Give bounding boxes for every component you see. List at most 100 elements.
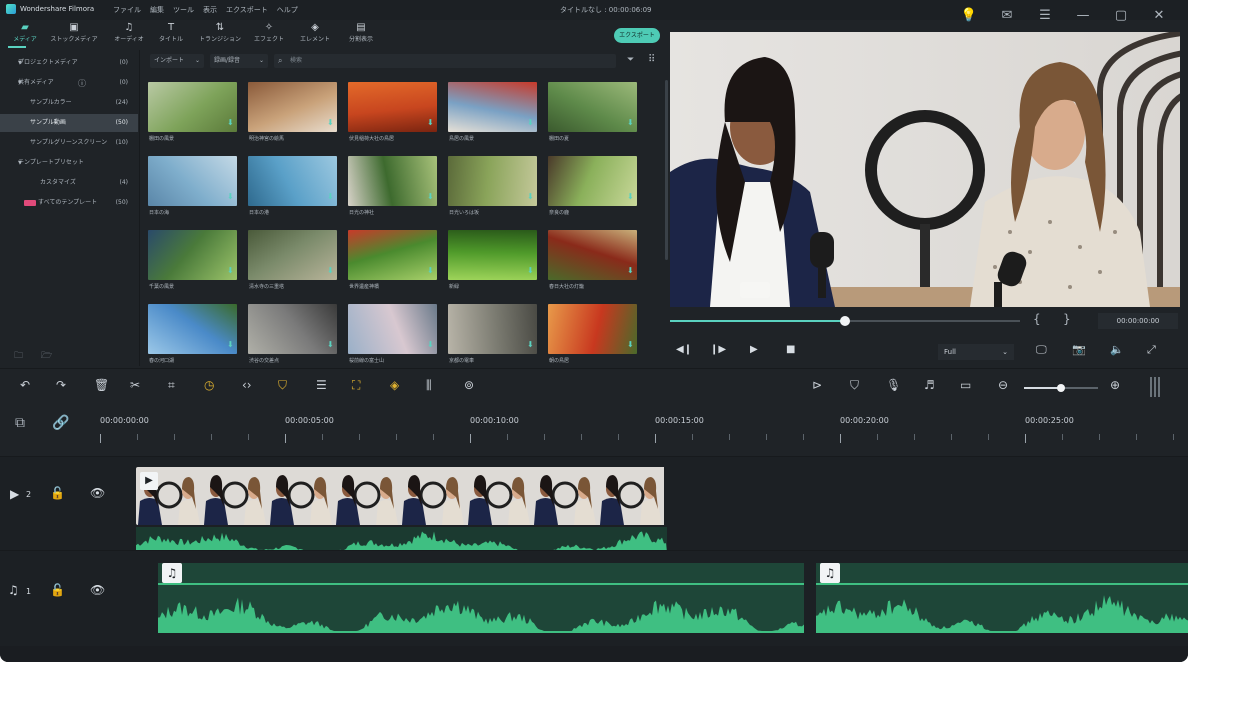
download-icon[interactable]: ⬇ (327, 118, 334, 127)
download-icon[interactable]: ⬇ (227, 192, 234, 201)
search-input[interactable]: ⌕ 検索 (274, 54, 616, 68)
media-thumbnail[interactable]: 日本の港 ⬇ (246, 154, 338, 218)
lock-icon[interactable]: 🔓 (50, 486, 65, 500)
mark-in-button[interactable]: { (1033, 312, 1041, 326)
media-thumbnail[interactable]: 世界遺産神橋 ⬇ (346, 228, 438, 292)
step-back-icon[interactable]: ◀❙ (676, 344, 692, 355)
download-icon[interactable]: ⬇ (227, 266, 234, 275)
open-folder-icon[interactable]: 🗁 (41, 348, 52, 364)
snapshot-camera-icon[interactable]: 📷 (1072, 343, 1086, 356)
download-icon[interactable]: ⬇ (527, 266, 534, 275)
fullscreen-icon[interactable]: ⤢ (1147, 343, 1156, 357)
media-thumbnail[interactable]: 渋谷の交差点 ⬇ (246, 302, 338, 366)
auto-reframe-icon[interactable]: ⛶ (352, 378, 360, 393)
sidebar-item-sample-videos[interactable]: サンプル動画 (50) (0, 114, 138, 132)
add-track-icon[interactable]: ⧉ (15, 415, 25, 431)
timeline-ruler[interactable]: ⧉ 🔗 00:00:00:00 00:00:05:00 00:00:10:00 00:… (0, 406, 1188, 448)
expand-arrow-icon[interactable]: ▼ (18, 80, 22, 86)
tab-media[interactable]: ▰ メディア (0, 22, 50, 48)
media-thumbnail[interactable]: 千葉の風景 ⬇ (146, 228, 238, 292)
keyframe-icon[interactable]: ◈ (390, 378, 399, 392)
eye-icon[interactable]: 👁 (90, 486, 105, 500)
filter-icon[interactable]: ⏷ (627, 55, 634, 65)
sidebar-item-customize[interactable]: カスタマイズ (4) (0, 174, 138, 192)
panel-resize-handle[interactable] (1150, 377, 1162, 397)
zoom-out-icon[interactable]: ⊖ (998, 378, 1008, 392)
audio-clip[interactable]: ♫ (158, 563, 804, 633)
microphone-icon[interactable]: 🎙 (886, 378, 901, 392)
menu-view[interactable]: 表示 (203, 5, 217, 15)
undo-icon[interactable]: ↶ (20, 378, 30, 392)
split-audio-icon[interactable]: ‹› (242, 378, 252, 392)
sidebar-item-sample-colors[interactable]: サンプルカラー (24) (0, 94, 138, 112)
media-thumbnail[interactable]: 明治神宮の絵馬 ⬇ (246, 80, 338, 144)
download-icon[interactable]: ⬇ (627, 192, 634, 201)
media-thumbnail[interactable]: 日本の海 ⬇ (146, 154, 238, 218)
menu-list-icon[interactable]: ☰ (1036, 2, 1054, 28)
speed-icon[interactable]: ◷ (204, 378, 214, 392)
tab-effects[interactable]: ✧ エフェクト (244, 22, 294, 48)
mark-out-button[interactable]: } (1063, 312, 1071, 326)
zoom-in-icon[interactable]: ⊕ (1110, 378, 1120, 392)
media-thumbnail[interactable]: 伏見稲荷大社の鳥居 ⬇ (346, 80, 438, 144)
media-thumbnail[interactable]: 清水寺の三重塔 ⬇ (246, 228, 338, 292)
play-icon[interactable]: ▶ (750, 344, 758, 355)
download-icon[interactable]: ⬇ (227, 340, 234, 349)
render-preview-icon[interactable]: ⊳ (812, 378, 822, 392)
new-folder-icon[interactable]: 🗀 (14, 348, 23, 364)
seek-handle[interactable] (840, 316, 850, 326)
download-icon[interactable]: ⬇ (627, 340, 634, 349)
preview-seekbar[interactable] (670, 316, 1020, 326)
sidebar-item-green-screen[interactable]: サンプルグリーンスクリーン (10) (0, 134, 138, 152)
cut-icon[interactable]: ✂ (130, 378, 140, 392)
download-icon[interactable]: ⬇ (627, 266, 634, 275)
download-icon[interactable]: ⬇ (427, 192, 434, 201)
download-icon[interactable]: ⬇ (327, 266, 334, 275)
menu-edit[interactable]: 編集 (150, 5, 164, 15)
minimize-icon[interactable]: — (1074, 2, 1092, 28)
download-icon[interactable]: ⬇ (527, 192, 534, 201)
step-forward-icon[interactable]: ❙▶ (710, 344, 726, 355)
delete-icon[interactable]: 🗑 (94, 378, 109, 392)
media-thumbnail[interactable]: 棚田の風景 ⬇ (146, 80, 238, 144)
download-icon[interactable]: ⬇ (527, 340, 534, 349)
adjust-icon[interactable]: ☰ (316, 378, 327, 392)
crop-icon[interactable]: ⌗ (168, 378, 175, 393)
media-scrollbar[interactable] (665, 80, 668, 260)
lock-icon[interactable]: 🔓 (50, 583, 65, 597)
media-thumbnail[interactable]: 日光の神社 ⬇ (346, 154, 438, 218)
tab-titles[interactable]: T タイトル (146, 22, 196, 48)
import-dropdown[interactable]: インポート ⌄ (150, 54, 204, 68)
audio-mixer-icon[interactable]: ♬ (924, 378, 935, 392)
media-thumbnail[interactable]: 棚田の夏 ⬇ (546, 80, 638, 144)
zoom-slider-handle[interactable] (1057, 384, 1065, 392)
media-thumbnail[interactable]: 春日大社の灯籠 ⬇ (546, 228, 638, 292)
download-icon[interactable]: ⬇ (427, 340, 434, 349)
menu-tools[interactable]: ツール (173, 5, 194, 15)
redo-icon[interactable]: ↷ (56, 378, 66, 392)
grid-view-icon[interactable]: ⠿ (648, 54, 655, 65)
expand-arrow-icon[interactable]: ▼ (18, 60, 22, 66)
audio-beat-icon[interactable]: ⫼ (426, 378, 432, 393)
tab-transitions[interactable]: ⇅ トランジション (192, 22, 248, 48)
menu-file[interactable]: ファイル (113, 5, 141, 15)
subtitle-icon[interactable]: ▭ (960, 378, 971, 392)
close-icon[interactable]: ✕ (1150, 2, 1168, 28)
stop-icon[interactable]: ■ (786, 344, 795, 355)
tab-stock-media[interactable]: ▣ ストックメディア (46, 22, 102, 48)
motion-tracking-icon[interactable]: ⊚ (464, 378, 474, 392)
lightbulb-icon[interactable]: 💡 (960, 2, 978, 28)
media-thumbnail[interactable]: 奈良の鹿 ⬇ (546, 154, 638, 218)
maximize-icon[interactable]: ▢ (1112, 2, 1130, 28)
expand-arrow-icon[interactable]: ▼ (18, 160, 22, 166)
media-thumbnail[interactable]: 桜前線の富士山 ⬇ (346, 302, 438, 366)
menu-export[interactable]: エクスポート (226, 5, 268, 15)
sidebar-item-all-templates[interactable]: すべてのテンプレート (50) (0, 194, 138, 212)
download-icon[interactable]: ⬇ (227, 118, 234, 127)
audio-clip[interactable]: ♫ (816, 563, 1188, 633)
download-icon[interactable]: ⬇ (427, 118, 434, 127)
tab-split-screen[interactable]: ▤ 分割表示 (336, 22, 386, 48)
volume-icon[interactable]: 🔈 (1110, 343, 1124, 356)
download-icon[interactable]: ⬇ (627, 118, 634, 127)
menu-help[interactable]: ヘルプ (277, 5, 298, 15)
